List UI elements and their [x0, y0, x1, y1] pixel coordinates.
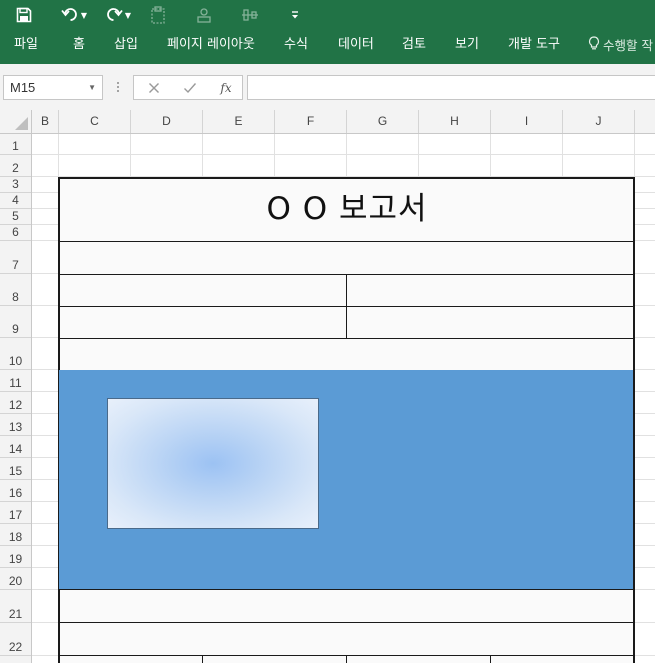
column-header-c[interactable]: C: [59, 110, 131, 133]
redo-button[interactable]: ▼: [101, 4, 135, 26]
row-header-15[interactable]: 15: [0, 458, 31, 480]
column-header-d[interactable]: D: [131, 110, 203, 133]
column-header-h[interactable]: H: [419, 110, 491, 133]
row-header-12[interactable]: 12: [0, 392, 31, 414]
close-icon[interactable]: [142, 76, 166, 99]
worksheet-grid[interactable]: O O 보고서: [32, 134, 655, 663]
row-header-22[interactable]: 22: [0, 623, 31, 656]
column-header-j[interactable]: J: [563, 110, 635, 133]
row-header-4[interactable]: 4: [0, 193, 31, 209]
blue-content-panel[interactable]: [59, 370, 633, 589]
undo-icon: [61, 7, 79, 23]
column-header-g[interactable]: G: [347, 110, 419, 133]
row-header-23[interactable]: [0, 656, 31, 663]
column-headers: B C D E F G H I J: [0, 110, 655, 134]
row-header-6[interactable]: 6: [0, 225, 31, 241]
formula-input[interactable]: [247, 75, 655, 100]
tab-view[interactable]: 보기: [455, 36, 479, 54]
row-header-17[interactable]: 17: [0, 502, 31, 524]
tell-me-box[interactable]: 수행할 작: [588, 36, 653, 56]
row-header-19[interactable]: 19: [0, 546, 31, 568]
name-box-value: M15: [10, 80, 36, 95]
row-header-5[interactable]: 5: [0, 209, 31, 225]
save-icon[interactable]: [14, 4, 34, 26]
tab-file[interactable]: 파일: [14, 36, 38, 54]
align-icon: [240, 4, 260, 26]
tab-developer[interactable]: 개발 도구: [508, 36, 560, 54]
report-row-8-left-cell[interactable]: [60, 275, 346, 306]
formula-bar-buttons: fx: [133, 75, 243, 100]
row-headers: 1 2 3 4 5 6 7 8 9 10 11 12 13 14 15 16 1…: [0, 134, 32, 663]
report-row-9-right-cell[interactable]: [347, 307, 633, 338]
row-header-1[interactable]: 1: [0, 134, 31, 155]
report-row-10-cell[interactable]: [60, 339, 633, 370]
tab-home[interactable]: 홈: [73, 36, 85, 54]
shapes-icon: [194, 4, 214, 26]
row-header-11[interactable]: 11: [0, 370, 31, 392]
report-row-9-left-cell[interactable]: [60, 307, 346, 338]
tab-review[interactable]: 검토: [402, 36, 426, 54]
column-header-f[interactable]: F: [275, 110, 347, 133]
row-header-21[interactable]: 21: [0, 590, 31, 623]
report-row-21-cell[interactable]: [60, 590, 633, 622]
tab-data[interactable]: 데이터: [338, 36, 374, 54]
row-header-9[interactable]: 9: [0, 306, 31, 338]
column-header-e[interactable]: E: [203, 110, 275, 133]
redo-dropdown-icon[interactable]: ▼: [125, 11, 131, 20]
row-header-10[interactable]: 10: [0, 338, 31, 370]
picture-placeholder[interactable]: [107, 398, 319, 529]
redo-icon: [105, 7, 123, 23]
row-header-20[interactable]: 20: [0, 568, 31, 590]
report-row-22-cell[interactable]: [60, 623, 633, 655]
ribbon: ▼ ▼ 파일 홈 삽입 페이지 레이아웃 수식 데이터 검토 보기 개발 도구 …: [0, 0, 655, 64]
report-row-8-right-cell[interactable]: [347, 275, 633, 306]
undo-dropdown-icon[interactable]: ▼: [81, 11, 87, 20]
report-title[interactable]: O O 보고서: [60, 179, 634, 240]
row-header-7[interactable]: 7: [0, 241, 31, 274]
undo-button[interactable]: ▼: [57, 4, 91, 26]
column-header-b[interactable]: B: [32, 110, 59, 133]
check-icon[interactable]: [178, 76, 202, 99]
tab-formulas[interactable]: 수식: [284, 36, 308, 54]
name-box-dropdown-icon[interactable]: ▼: [88, 76, 96, 99]
lightbulb-icon: [588, 36, 603, 56]
tab-insert[interactable]: 삽입: [114, 36, 138, 54]
row-header-3[interactable]: 3: [0, 177, 31, 193]
formula-bar-area: M15 ▼ fx: [0, 64, 655, 110]
row-header-8[interactable]: 8: [0, 274, 31, 306]
report-row-7-cell[interactable]: [60, 242, 633, 274]
row-header-14[interactable]: 14: [0, 436, 31, 458]
row-header-2[interactable]: 2: [0, 155, 31, 177]
paste-format-icon: [148, 4, 168, 26]
row-header-18[interactable]: 18: [0, 524, 31, 546]
row-header-16[interactable]: 16: [0, 480, 31, 502]
select-all-button[interactable]: [0, 110, 32, 133]
row-header-13[interactable]: 13: [0, 414, 31, 436]
tell-me-label: 수행할 작: [603, 38, 653, 53]
formula-bar-resize-handle[interactable]: [114, 79, 122, 95]
customize-qat-icon[interactable]: [288, 4, 302, 26]
insert-function-button[interactable]: fx: [214, 76, 238, 99]
name-box[interactable]: M15 ▼: [3, 75, 103, 100]
tab-page-layout[interactable]: 페이지 레이아웃: [167, 36, 255, 54]
column-header-i[interactable]: I: [491, 110, 563, 133]
report-form: O O 보고서: [58, 177, 635, 663]
